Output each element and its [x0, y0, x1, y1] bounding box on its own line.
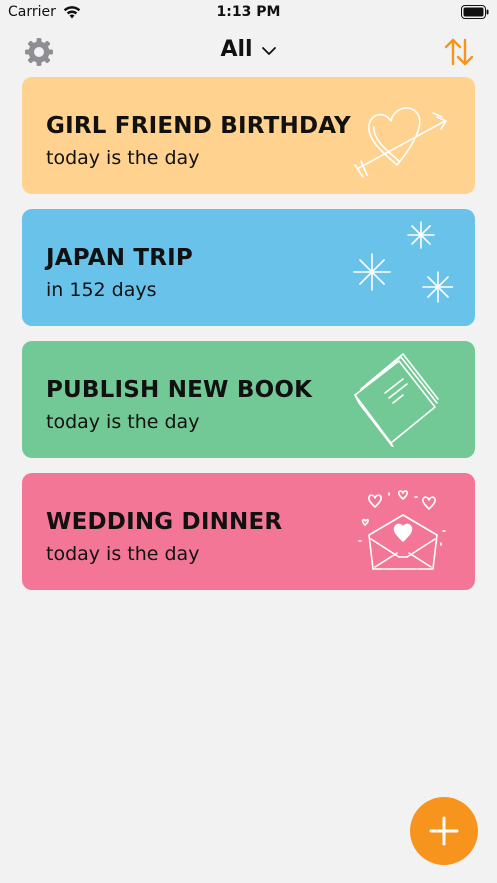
sort-arrows-icon[interactable] [443, 36, 475, 68]
event-title: JAPAN TRIP [46, 245, 193, 271]
chevron-down-icon [261, 46, 276, 55]
filter-label: All [220, 37, 253, 62]
event-card[interactable]: GIRL FRIEND BIRTHDAY today is the day [22, 77, 475, 194]
clock: 1:13 PM [216, 4, 281, 20]
plus-icon [429, 816, 459, 846]
event-countdown: today is the day [46, 543, 200, 565]
add-event-button[interactable] [410, 797, 478, 865]
status-bar: Carrier 1:13 PM [0, 0, 497, 26]
filter-dropdown[interactable]: All [0, 37, 497, 62]
event-card[interactable]: WEDDING DINNER today is the day [22, 473, 475, 590]
event-card[interactable]: PUBLISH NEW BOOK today is the day [22, 341, 475, 458]
event-countdown: in 152 days [46, 279, 157, 301]
event-countdown: today is the day [46, 411, 200, 433]
heart-arrow-icon [354, 107, 447, 178]
nav-bar: All [0, 30, 497, 74]
sparkles-icon [353, 221, 453, 303]
event-card[interactable]: JAPAN TRIP in 152 days [22, 209, 475, 326]
event-title: GIRL FRIEND BIRTHDAY [46, 113, 351, 139]
event-countdown: today is the day [46, 147, 200, 169]
event-title: WEDDING DINNER [46, 509, 283, 535]
event-title: PUBLISH NEW BOOK [46, 377, 313, 403]
battery-icon [461, 5, 489, 19]
book-icon [354, 353, 439, 447]
love-letter-icon [358, 490, 446, 570]
